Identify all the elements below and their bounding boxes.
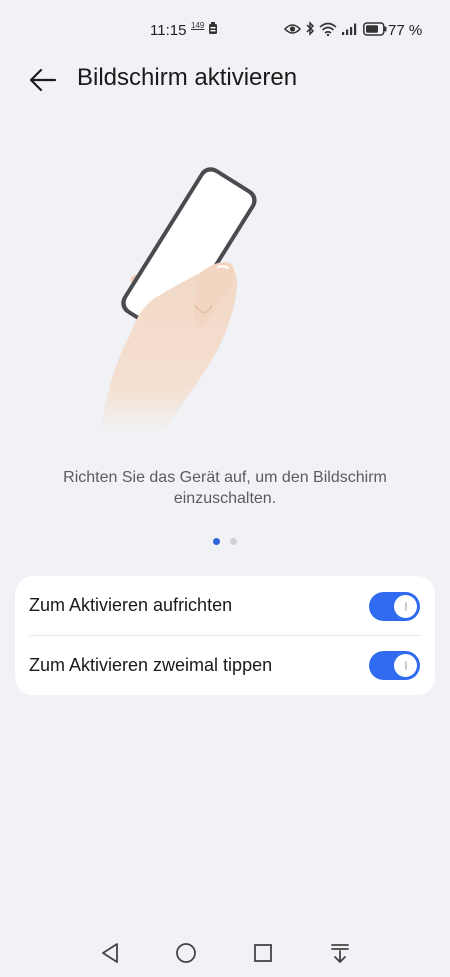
setting-row-double-tap[interactable]: Zum Aktivieren zweimal tippen [15,636,435,695]
status-time: 11:15 [150,22,187,39]
notification-app-icon [208,22,218,41]
status-netspeed: 149 [191,21,205,30]
nav-back-button[interactable] [97,940,123,966]
setting-row-raise-to-wake[interactable]: Zum Aktivieren aufrichten [15,576,435,636]
header: Bildschirm aktivieren [0,58,450,102]
toggle-knob [394,654,417,677]
page-title: Bildschirm aktivieren [77,64,298,91]
page-dot-1[interactable] [213,538,220,545]
battery-percent: 77 % [388,22,423,39]
home-circle-icon [176,943,196,963]
bluetooth-icon [305,21,315,41]
description-text: Richten Sie das Gerät auf, um den Bildsc… [63,469,387,507]
double-tap-toggle[interactable] [369,651,420,680]
eye-icon [283,22,302,40]
back-button[interactable] [26,64,60,96]
page-indicator [0,538,450,545]
toggle-knob [394,595,417,618]
back-triangle-icon [102,943,118,963]
system-nav-bar [0,930,450,976]
settings-card: Zum Aktivieren aufrichten Zum Aktivieren… [15,576,435,695]
battery-icon [363,21,387,41]
wifi-icon [319,22,337,41]
nav-recents-button[interactable] [250,940,276,966]
status-icons [283,21,387,41]
nav-home-button[interactable] [173,940,199,966]
recents-square-icon [254,944,272,962]
setting-label: Zum Aktivieren zweimal tippen [29,655,273,675]
raise-phone-illustration [100,155,280,440]
nav-notification-button[interactable] [327,940,353,966]
status-bar: 11:15 149 77 % [0,0,450,60]
notification-shade-icon [331,944,349,963]
page-dot-2[interactable] [230,538,237,545]
setting-label: Zum Aktivieren aufrichten [29,595,233,615]
signal-icon [341,22,359,41]
raise-to-wake-toggle[interactable] [369,592,420,621]
back-arrow-icon [29,68,57,92]
